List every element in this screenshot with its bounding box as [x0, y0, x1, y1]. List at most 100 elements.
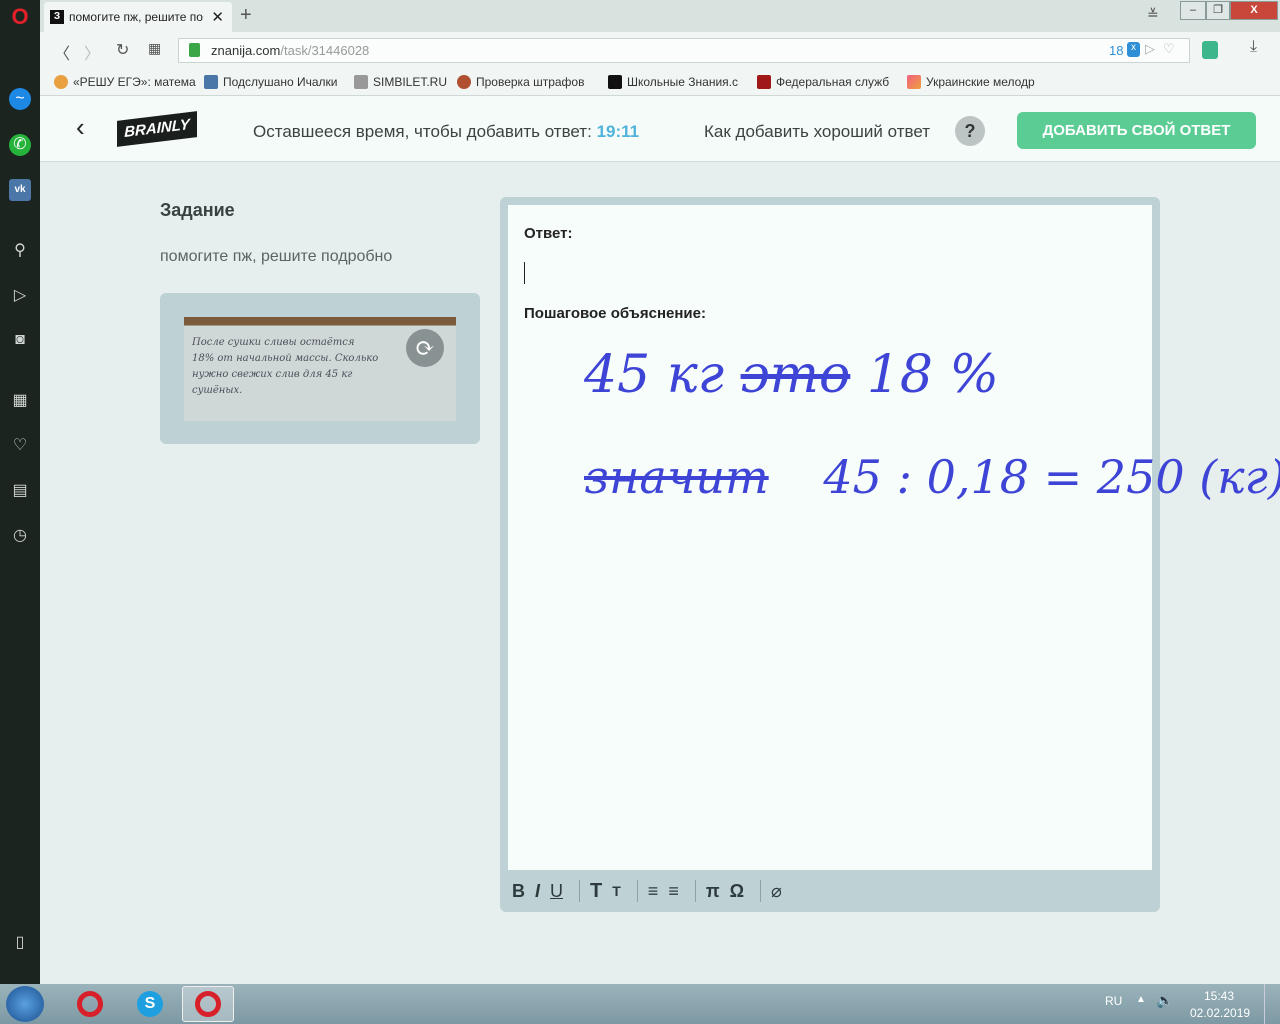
taskbar-skype[interactable]: S: [124, 986, 176, 1022]
bookmark-item[interactable]: «РЕШУ ЕГЭ»: матема: [54, 75, 196, 89]
forward-button[interactable]: 〉: [84, 40, 100, 64]
vk-icon[interactable]: vk: [9, 179, 31, 201]
task-attachment: После сушки сливы остаётся 18% от началь…: [160, 293, 480, 444]
bookmark-label: Федеральная служб: [776, 75, 890, 89]
help-button[interactable]: ?: [955, 116, 985, 146]
heading-large-button[interactable]: T: [590, 880, 602, 903]
download-icon[interactable]: ⤓: [1250, 38, 1257, 56]
bookmark-heart-icon[interactable]: ♡: [1163, 41, 1175, 57]
messenger-icon[interactable]: ~: [9, 88, 31, 110]
italic-button[interactable]: I: [535, 881, 540, 902]
send-icon[interactable]: ▷: [9, 285, 31, 307]
task-photo[interactable]: После сушки сливы остаётся 18% от началь…: [184, 317, 456, 421]
editor-toolbar: B I U T T ≡ ≡ π Ω ⌀: [500, 870, 1160, 912]
maximize-button[interactable]: ❐: [1206, 1, 1230, 20]
heart-icon[interactable]: ♡: [9, 435, 31, 457]
heading-small-button[interactable]: T: [612, 883, 621, 899]
nav-bar: 〈 〉 ↻ ▦ znanija.com/task/31446028 18 x ▷…: [40, 32, 1280, 68]
divider: [636, 880, 638, 902]
bold-button[interactable]: B: [512, 881, 525, 902]
math-symbols-button[interactable]: π: [706, 881, 720, 902]
address-bar[interactable]: znanija.com/task/31446028 18 x ▷ ♡: [178, 38, 1190, 63]
answer-label: Ответ:: [524, 225, 573, 242]
new-tab-button[interactable]: +: [240, 4, 252, 27]
opera-logo-icon[interactable]: O: [9, 6, 31, 28]
how-to-answer-link[interactable]: Как добавить хороший ответ: [704, 122, 930, 142]
bookmark-label: Проверка штрафов: [476, 75, 585, 89]
back-button[interactable]: 〈: [54, 40, 70, 64]
bookmark-label: Школьные Знания.c: [627, 75, 739, 89]
volume-icon[interactable]: 🔈: [1156, 992, 1173, 1009]
bullet-list-button[interactable]: ≡: [668, 881, 679, 902]
close-window-button[interactable]: X: [1230, 1, 1278, 20]
bookmark-item[interactable]: SIMBILET.RU: [354, 75, 447, 89]
show-desktop-button[interactable]: [1264, 984, 1280, 1024]
divider: [760, 880, 762, 902]
bookmark-item[interactable]: Федеральная служб: [757, 75, 889, 89]
tray-expand-icon[interactable]: ▲: [1136, 994, 1146, 1005]
history-icon[interactable]: ◷: [9, 525, 31, 547]
znanija-favicon-icon: З: [50, 10, 64, 24]
task-text: помогите пж, решите подробно: [160, 248, 393, 265]
reshu-ege-icon: [54, 75, 68, 89]
bookmark-label: SIMBILET.RU: [373, 75, 448, 89]
reload-button[interactable]: ↻: [116, 40, 129, 60]
timer-label: Оставшееся время, чтобы добавить ответ:: [253, 122, 592, 141]
photo-text-line: нужно свежих слив для 45 кг: [192, 369, 353, 380]
brainly-logo[interactable]: BRAINLY: [117, 111, 197, 147]
sidebar-toggle-icon[interactable]: ▯: [9, 932, 31, 954]
divider: [694, 880, 696, 902]
minimize-button[interactable]: –: [1180, 1, 1206, 20]
camera-icon[interactable]: ◙: [9, 329, 31, 351]
speed-dial-icon[interactable]: ▦: [9, 390, 31, 412]
bookmark-label: Подслушано Ичалки: [223, 75, 338, 89]
special-chars-button[interactable]: Ω: [730, 881, 744, 902]
send-page-icon[interactable]: ▷: [1145, 41, 1155, 57]
sim-icon: [354, 75, 368, 89]
bookmark-item[interactable]: Школьные Знания.c: [608, 75, 738, 89]
windows-taskbar: S RU ▲ 🔈 15:43 02.02.2019: [0, 984, 1280, 1024]
answer-editor: Ответ: Пошаговое объяснение: 45 кг это 1…: [500, 197, 1280, 912]
clock-date[interactable]: 02.02.2019: [1190, 1006, 1250, 1020]
vpn-icon[interactable]: [1202, 41, 1218, 59]
tabs-grid-icon[interactable]: ▦: [148, 40, 161, 57]
ordered-list-button[interactable]: ≡: [648, 881, 659, 902]
attachment-icon[interactable]: ⌀: [771, 881, 782, 902]
bookmark-item[interactable]: Проверка штрафов: [457, 75, 584, 89]
znanija-icon: [608, 75, 622, 89]
taskbar-opera-active[interactable]: [182, 986, 234, 1022]
handwriting-struck-text: это: [740, 345, 851, 405]
editor-body[interactable]: Ответ: Пошаговое объяснение: 45 кг это 1…: [508, 205, 1280, 870]
lock-icon: [189, 43, 200, 57]
news-icon[interactable]: ▤: [9, 480, 31, 502]
add-answer-button[interactable]: ДОБАВИТЬ СВОЙ ОТВЕТ: [1017, 112, 1256, 149]
bookmarks-bar: «РЕШУ ЕГЭ»: матема Подслушано Ичалки SIM…: [40, 68, 1280, 96]
search-icon[interactable]: ⚲: [9, 240, 31, 262]
underline-button[interactable]: U: [550, 881, 563, 902]
tab-menu-icon[interactable]: ≚: [1147, 6, 1159, 23]
vk-icon: [204, 75, 218, 89]
whatsapp-icon[interactable]: ✆: [9, 134, 31, 156]
bookmark-label: «РЕШУ ЕГЭ»: матема: [73, 75, 196, 89]
start-button[interactable]: [6, 986, 44, 1022]
opera-sidebar: O ~ ✆ vk ⚲ ▷ ◙ ▦ ♡ ▤ ◷ ▯: [0, 0, 40, 984]
handwriting-text: 45 кг: [584, 345, 725, 405]
back-arrow-icon[interactable]: ‹: [76, 112, 85, 143]
gibdd-icon: [457, 75, 471, 89]
adblock-shield-icon[interactable]: x: [1127, 42, 1140, 57]
tab-active[interactable]: З помогите пж, решите по ✕: [44, 2, 232, 32]
taskbar-opera[interactable]: [64, 986, 116, 1022]
rotate-icon[interactable]: ⟳: [406, 329, 444, 367]
tab-title: помогите пж, решите по: [69, 10, 203, 24]
close-tab-icon[interactable]: ✕: [211, 8, 224, 26]
divider: [579, 880, 581, 902]
melodrama-icon: [907, 75, 921, 89]
bookmark-item[interactable]: Подслушано Ичалки: [204, 75, 337, 89]
url-path: /task/31446028: [280, 43, 370, 58]
handwriting-text: 18 %: [866, 345, 999, 405]
handwritten-line-1: 45 кг это 18 %: [584, 345, 999, 405]
bookmark-item[interactable]: Украинские мелодр: [907, 75, 1035, 89]
language-indicator[interactable]: RU: [1105, 994, 1122, 1008]
handwriting-text: значит: [584, 450, 769, 504]
clock-time[interactable]: 15:43: [1204, 989, 1234, 1003]
